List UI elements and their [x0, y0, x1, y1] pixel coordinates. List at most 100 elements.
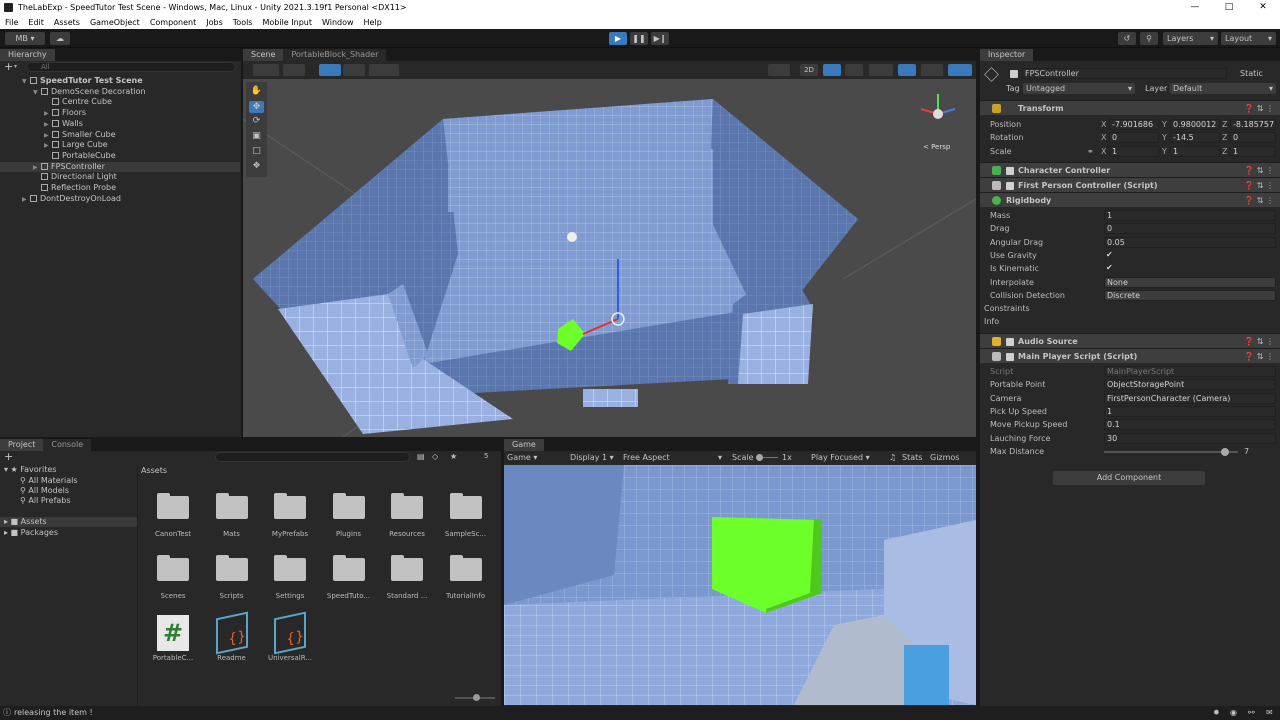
expand-right-icon[interactable]: ▶ — [22, 195, 30, 206]
max-distance-slider[interactable] — [1104, 447, 1238, 456]
max-distance-value[interactable]: 7 — [1244, 445, 1249, 458]
scale-y[interactable]: 1 — [1170, 146, 1220, 157]
max-distance-slider-thumb[interactable] — [1220, 447, 1229, 456]
field-label[interactable]: Info — [984, 315, 999, 328]
menu-gameobject[interactable]: GameObject — [85, 18, 145, 27]
tag-dropdown[interactable]: Untagged ▾ — [1023, 83, 1135, 94]
asset-label[interactable]: Readme — [204, 654, 260, 662]
tab-scene[interactable]: Scene — [243, 49, 284, 61]
history-icon[interactable]: ↺ — [1118, 32, 1136, 45]
character-controller-header[interactable]: Character Controller ❓ ⇅ ⋮ — [980, 162, 1280, 177]
csharp-script-icon[interactable]: # — [157, 615, 189, 651]
search-icon[interactable]: ⚲ — [1140, 32, 1158, 45]
fav-all-materials[interactable]: ⚲ All Materials — [20, 476, 78, 485]
hierarchy-item[interactable]: ▶ Walls — [0, 119, 240, 130]
audio-toggle-icon[interactable] — [845, 64, 863, 76]
asset-label[interactable]: MyPrefabs — [262, 530, 318, 538]
object-name-field[interactable]: FPSController — [1022, 68, 1227, 79]
static-label[interactable]: Static — [1240, 69, 1263, 78]
asset-label[interactable]: Standard ... — [379, 592, 435, 600]
hierarchy-item[interactable]: ▼ DemoScene Decoration — [0, 87, 240, 98]
hierarchy-item[interactable]: ▶ Smaller Cube — [0, 130, 240, 141]
collab-icon[interactable]: ⚯ — [1248, 706, 1255, 720]
menu-edit[interactable]: Edit — [23, 18, 49, 27]
filter-label-icon[interactable]: ◇ — [432, 452, 438, 461]
stats-button[interactable]: Stats — [902, 451, 922, 464]
folder-icon[interactable] — [215, 555, 248, 581]
field-dropdown[interactable]: None — [1104, 276, 1276, 288]
tree-packages[interactable]: ▸ ■ Packages — [0, 528, 137, 538]
field-checkbox[interactable]: ✔ — [1104, 263, 1114, 274]
folder-icon[interactable] — [449, 555, 482, 581]
shading-mode-button[interactable] — [768, 64, 790, 76]
gizmos-toggle-icon[interactable] — [948, 64, 972, 76]
object-reference-field[interactable]: FirstPersonCharacter (Camera) — [1104, 392, 1276, 404]
rotate-tool-icon[interactable]: ⟳ — [249, 116, 264, 128]
menu-help[interactable]: Help — [359, 18, 387, 27]
position-x[interactable]: -7.901686 — [1109, 119, 1159, 130]
scene-visibility-icon[interactable] — [898, 64, 916, 76]
close-icon[interactable]: ✕ — [1246, 0, 1280, 15]
component-menu-icon[interactable]: ❓ ⇅ ⋮ — [1244, 101, 1274, 116]
tab-shader[interactable]: PortableBlock_Shader — [283, 49, 387, 61]
script-reference-field[interactable]: MainPlayerScript — [1104, 366, 1276, 377]
active-checkbox[interactable] — [1010, 70, 1018, 78]
layers-dropdown[interactable]: Layers ▾ — [1163, 32, 1218, 45]
object-reference-field[interactable]: ObjectStoragePoint — [1104, 379, 1276, 391]
folder-icon[interactable] — [391, 493, 423, 519]
fps-controller-header[interactable]: First Person Controller (Script) ❓ ⇅ ⋮ — [980, 177, 1280, 192]
game-viewport[interactable] — [504, 465, 976, 705]
scene-viewport[interactable] — [243, 79, 976, 437]
hierarchy-item[interactable]: PortableCube — [0, 151, 240, 162]
link-icon[interactable]: ⚭ — [1087, 147, 1094, 156]
grid-snap-button[interactable] — [319, 64, 341, 76]
favorite-icon[interactable]: ★ — [450, 452, 457, 461]
folder-icon[interactable] — [449, 493, 482, 519]
field-input[interactable]: 0.05 — [1104, 236, 1276, 248]
play-button[interactable]: ▶ — [609, 32, 627, 45]
menu-component[interactable]: Component — [145, 18, 201, 27]
field-input[interactable]: 30 — [1104, 432, 1276, 444]
cloud-icon[interactable]: ☁ — [50, 32, 70, 45]
layer-dropdown[interactable]: Default ▾ — [1170, 83, 1276, 94]
character-controller-checkbox[interactable] — [1006, 167, 1014, 175]
tree-assets[interactable]: ▸ ■ Assets — [0, 517, 137, 527]
folder-icon[interactable] — [274, 555, 306, 581]
scale-z[interactable]: 1 — [1230, 146, 1276, 157]
snap-increment-button[interactable] — [343, 64, 365, 76]
grid-visibility-button[interactable] — [369, 64, 399, 76]
field-checkbox[interactable]: ✔ — [1104, 250, 1114, 261]
asset-label[interactable]: Resources — [379, 530, 435, 538]
hierarchy-item[interactable]: ▼ SpeedTutor Test Scene — [0, 76, 240, 87]
favorites-header[interactable]: ▾ ★ Favorites — [4, 465, 56, 474]
display-dropdown[interactable]: Display 1 ▾ — [570, 451, 614, 464]
folder-icon[interactable] — [274, 493, 306, 519]
hierarchy-item[interactable]: ▶ Floors — [0, 108, 240, 119]
aspect-arrow-icon[interactable]: ▾ — [718, 451, 722, 464]
transform-tool-icon[interactable]: ❖ — [249, 161, 264, 173]
add-asset-icon[interactable]: + — [4, 451, 13, 463]
menu-window[interactable]: Window — [317, 18, 359, 27]
hierarchy-item[interactable]: ▶ DontDestroyOnLoad — [0, 194, 240, 205]
hierarchy-item[interactable]: ▶ FPSController — [0, 161, 240, 173]
add-icon[interactable]: + — [4, 61, 13, 73]
fav-all-models[interactable]: ⚲ All Models — [20, 486, 69, 495]
main-player-checkbox[interactable] — [1006, 353, 1014, 361]
add-component-button[interactable]: Add Component — [1053, 471, 1205, 485]
menu-file[interactable]: File — [0, 18, 23, 27]
fps-controller-checkbox[interactable] — [1006, 182, 1014, 190]
asset-label[interactable]: Plugins — [321, 530, 377, 538]
scale-slider-thumb[interactable] — [756, 454, 763, 461]
draw-mode-button[interactable] — [253, 64, 279, 76]
scale-slider[interactable] — [756, 454, 778, 461]
zoom-slider[interactable] — [455, 694, 495, 701]
folder-icon[interactable] — [391, 555, 423, 581]
field-label[interactable]: Constraints — [984, 302, 1030, 315]
debug-icon[interactable]: ✹ — [1213, 706, 1220, 720]
hierarchy-search-input[interactable]: All — [26, 62, 236, 72]
menu-assets[interactable]: Assets — [49, 18, 85, 27]
global-button[interactable] — [283, 64, 305, 76]
persp-label[interactable]: < Persp — [923, 143, 950, 151]
scale-x[interactable]: 1 — [1109, 146, 1159, 157]
move-tool-icon[interactable]: ✥ — [249, 101, 264, 113]
